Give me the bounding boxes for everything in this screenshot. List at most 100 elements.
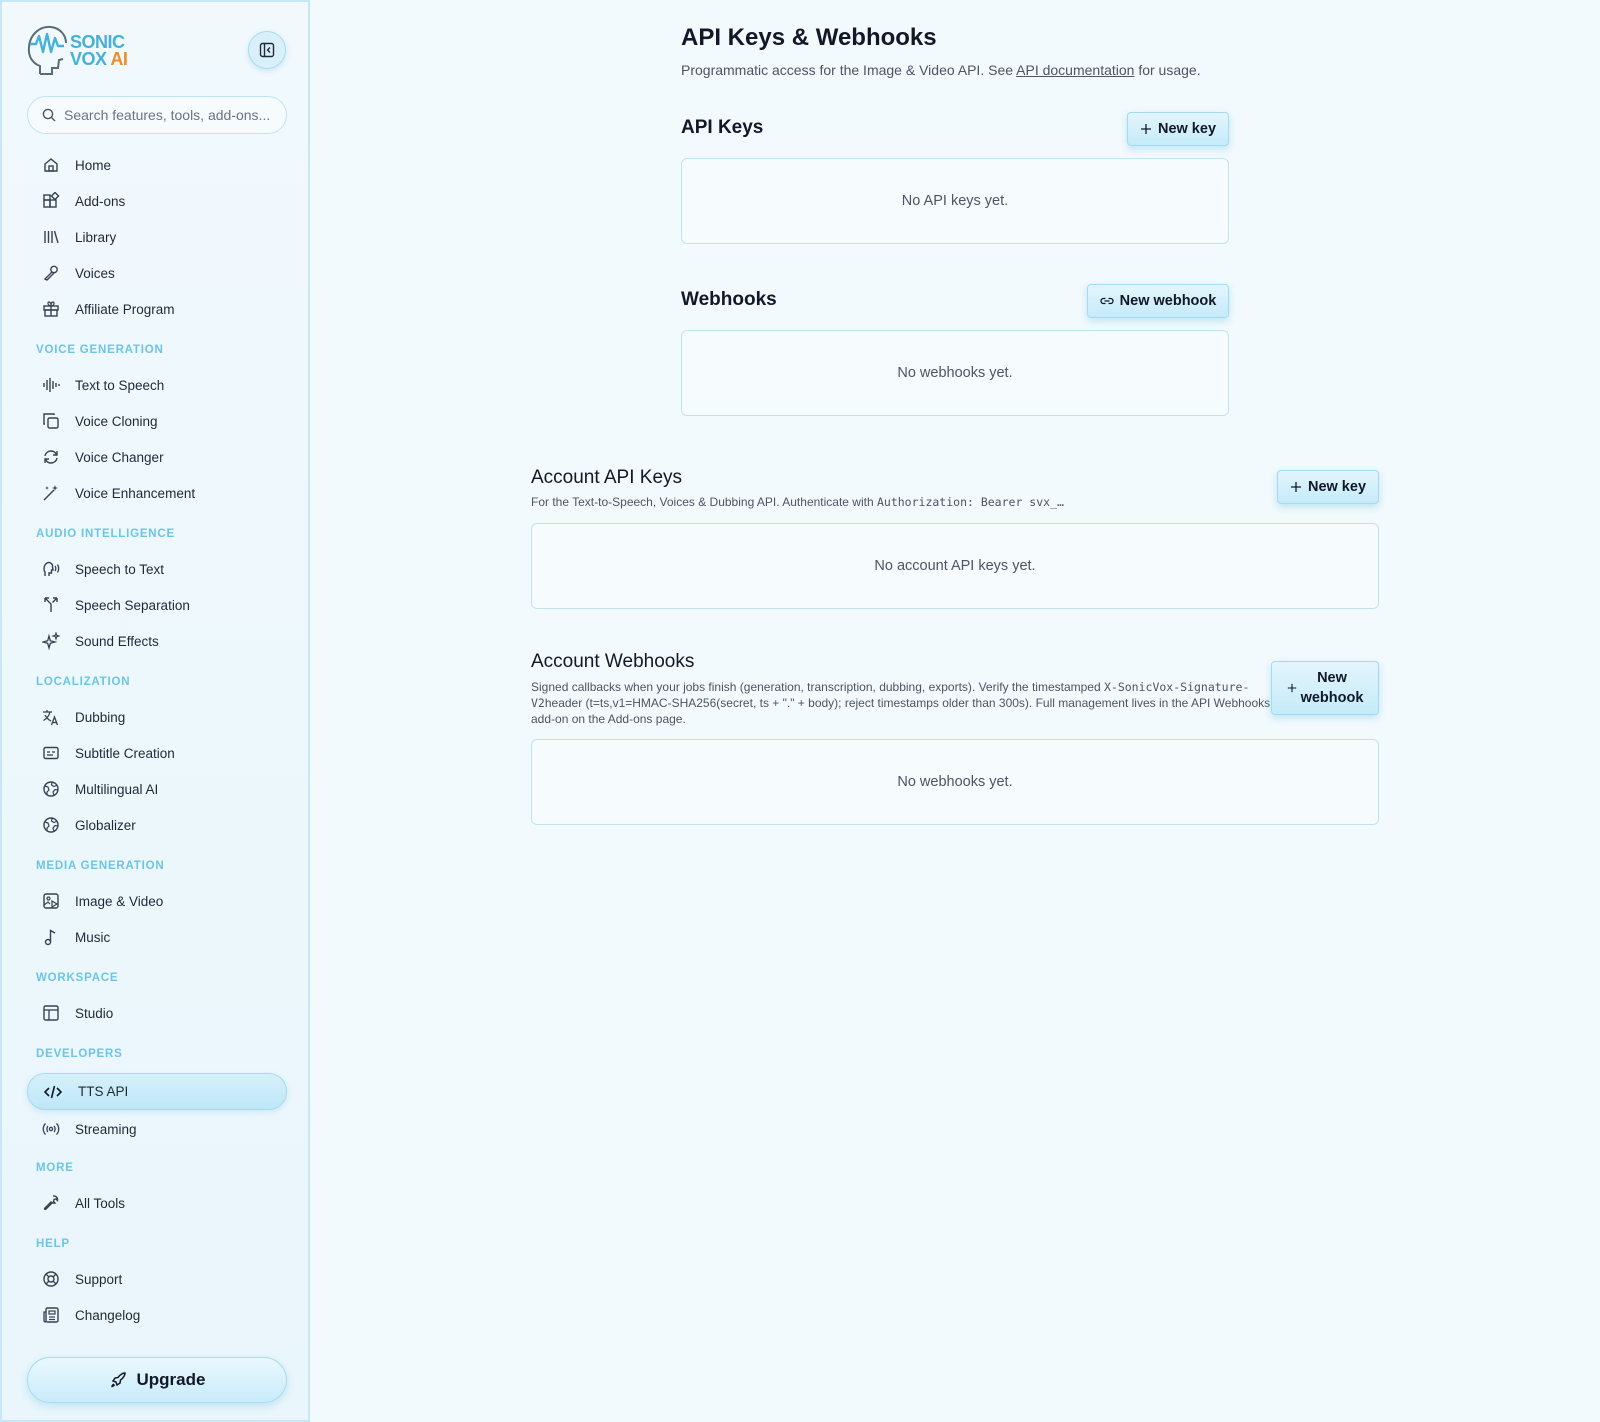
new-webhook-button[interactable]: New webhook (1087, 284, 1229, 318)
copy-icon (43, 413, 59, 429)
search-input[interactable] (64, 107, 274, 123)
webhooks-empty-state: No webhooks yet. (681, 330, 1229, 416)
rocket-icon (110, 1372, 126, 1388)
search-icon (42, 108, 56, 122)
new-key-button[interactable]: New key (1127, 112, 1229, 146)
nav-text-to-speech[interactable]: Text to Speech (27, 367, 287, 403)
nav-all-tools[interactable]: All Tools (27, 1185, 287, 1221)
nav-voice-cloning[interactable]: Voice Cloning (27, 403, 287, 439)
nav-label: Subtitle Creation (75, 745, 175, 761)
account-webhooks-description: Signed callbacks when your jobs finish (… (531, 680, 1271, 726)
nav-label: Text to Speech (75, 377, 165, 393)
nav-speech-separation[interactable]: Speech Separation (27, 587, 287, 623)
nav-globalizer[interactable]: Globalizer (27, 807, 287, 843)
nav-subtitle-creation[interactable]: Subtitle Creation (27, 735, 287, 771)
globe-icon (43, 817, 59, 833)
plus-icon (1140, 124, 1151, 134)
plus-icon (1290, 482, 1301, 492)
gift-icon (43, 301, 59, 317)
layout-icon (43, 1005, 59, 1021)
nav-label: Streaming (75, 1121, 137, 1137)
lifebuoy-icon (43, 1271, 59, 1287)
puzzle-icon (43, 192, 60, 208)
new-account-key-button[interactable]: New key (1277, 470, 1379, 504)
library-icon (44, 230, 59, 244)
nav-label: Add-ons (75, 193, 126, 209)
nav-affiliate-program[interactable]: Affiliate Program (27, 291, 287, 327)
sparkles-icon (42, 632, 60, 650)
nav-add-ons[interactable]: Add-ons (27, 183, 287, 219)
magic-wand-icon (43, 485, 58, 501)
section-media-generation: MEDIA GENERATION (36, 860, 165, 872)
sidebar: SONIC VOX AI Home Add-ons Library Voices (0, 0, 310, 1422)
home-icon (44, 158, 58, 172)
nav-label: Multilingual AI (75, 781, 159, 797)
nav-label: Affiliate Program (75, 301, 175, 317)
nav-voice-enhancement[interactable]: Voice Enhancement (27, 475, 287, 511)
waveform-icon (43, 378, 60, 392)
api-keys-empty-state: No API keys yet. (681, 158, 1229, 244)
nav-speech-to-text[interactable]: Speech to Text (27, 551, 287, 587)
nav-home[interactable]: Home (27, 147, 287, 183)
microphone-icon (43, 265, 58, 281)
nav-label: Voice Changer (75, 449, 164, 465)
account-api-keys-description: For the Text-to-Speech, Voices & Dubbing… (531, 495, 1064, 509)
nav-studio[interactable]: Studio (27, 995, 287, 1031)
nav-label: Library (75, 229, 117, 245)
section-localization: LOCALIZATION (36, 676, 131, 688)
nav-label: TTS API (78, 1084, 129, 1099)
nav-dubbing[interactable]: Dubbing (27, 699, 287, 735)
nav-label: Globalizer (75, 817, 136, 833)
search-box (27, 96, 287, 134)
music-note-icon (44, 929, 56, 946)
collapse-sidebar-button[interactable] (248, 31, 286, 69)
nav-label: Speech Separation (75, 597, 190, 613)
section-voice-generation: VOICE GENERATION (36, 344, 164, 356)
nav-label: Speech to Text (75, 561, 165, 577)
refresh-icon (44, 450, 58, 464)
nav-label: Image & Video (75, 893, 164, 909)
sidebar-collapse-icon (259, 42, 275, 58)
page-title: API Keys & Webhooks (681, 24, 937, 51)
nav-label: Home (75, 157, 112, 173)
brand-line2: VOX (70, 49, 107, 69)
wrench-icon (43, 1195, 59, 1211)
nav-label: Voice Enhancement (75, 485, 196, 501)
nav-streaming[interactable]: Streaming (27, 1111, 287, 1147)
newspaper-icon (43, 1307, 59, 1323)
page-subtitle: Programmatic access for the Image & Vide… (681, 62, 1201, 78)
split-icon (44, 597, 58, 612)
account-webhooks-heading: Account Webhooks (531, 651, 695, 672)
broadcast-icon (42, 1123, 60, 1135)
nav-library[interactable]: Library (27, 219, 287, 255)
globe-icon (43, 781, 59, 797)
section-help: HELP (36, 1238, 70, 1250)
nav-label: Support (75, 1271, 123, 1287)
api-documentation-link[interactable]: API documentation (1016, 62, 1134, 78)
new-account-webhook-button[interactable]: New webhook (1271, 661, 1379, 715)
nav-changelog[interactable]: Changelog (27, 1297, 287, 1333)
nav-multilingual-ai[interactable]: Multilingual AI (27, 771, 287, 807)
nav-voices[interactable]: Voices (27, 255, 287, 291)
nav-sound-effects[interactable]: Sound Effects (27, 623, 287, 659)
nav-voice-changer[interactable]: Voice Changer (27, 439, 287, 475)
upgrade-button[interactable]: Upgrade (27, 1357, 287, 1403)
account-webhooks-empty-state: No webhooks yet. (531, 739, 1379, 825)
account-api-keys-empty-state: No account API keys yet. (531, 523, 1379, 609)
subtitles-icon (43, 746, 59, 760)
nav-image-video[interactable]: Image & Video (27, 883, 287, 919)
brand-logo[interactable]: SONIC VOX AI (26, 22, 136, 78)
nav-support[interactable]: Support (27, 1261, 287, 1297)
nav-label: Music (75, 929, 111, 945)
brand-head-icon (27, 25, 67, 75)
nav-label: Dubbing (75, 709, 126, 725)
nav-label: Sound Effects (75, 633, 159, 649)
nav-label: Changelog (75, 1307, 141, 1323)
nav-tts-api[interactable]: TTS API (27, 1073, 287, 1110)
nav-music[interactable]: Music (27, 919, 287, 955)
section-audio-intelligence: AUDIO INTELLIGENCE (36, 528, 175, 540)
speech-icon (43, 561, 60, 576)
nav-label: Voices (75, 265, 115, 281)
account-api-keys-heading: Account API Keys (531, 467, 683, 488)
section-developers: DEVELOPERS (36, 1048, 123, 1060)
